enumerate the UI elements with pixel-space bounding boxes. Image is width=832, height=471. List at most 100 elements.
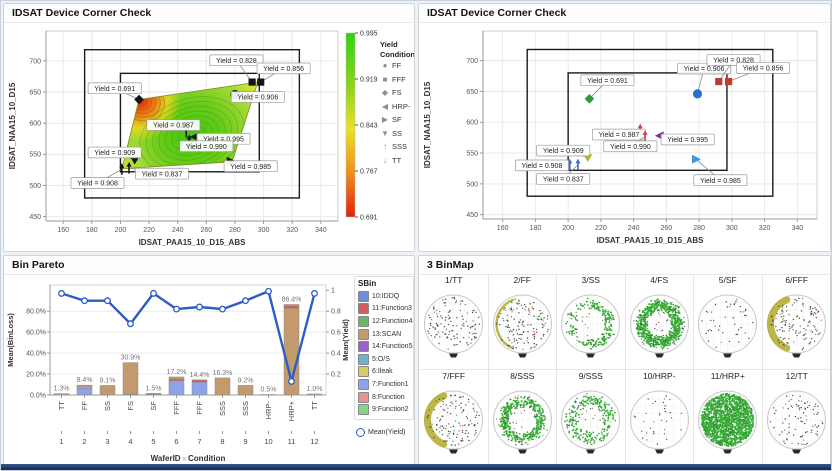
sbin-legend-item[interactable]: 11:Function3 — [358, 303, 411, 316]
svg-text:700: 700 — [29, 58, 41, 65]
window-bottom-bar — [1, 464, 831, 470]
wafer-map[interactable] — [557, 384, 624, 464]
svg-text:0.2: 0.2 — [331, 372, 341, 379]
sbin-label: 9:Function2 — [372, 406, 409, 413]
svg-text:9: 9 — [243, 437, 247, 446]
condition-label: FS — [392, 88, 402, 97]
svg-text:Yield = 0.990: Yield = 0.990 — [610, 144, 651, 151]
svg-text:550: 550 — [29, 152, 41, 159]
svg-text:1.5%: 1.5% — [146, 385, 162, 392]
svg-text:11: 11 — [288, 437, 296, 446]
sbin-legend-item[interactable]: 8:Function — [358, 391, 411, 404]
wafer-notch-icon — [586, 354, 595, 358]
wafer-map[interactable] — [557, 288, 624, 368]
wafer-notch-icon — [449, 354, 458, 358]
scatter-chart-canvas[interactable]: 1601802002202402602803003203404505005506… — [419, 23, 831, 252]
panel-title-bar[interactable]: IDSAT Device Corner Check — [419, 4, 830, 23]
condition-legend-items: ●FF■FFF◆FS◀HRP-▶SF▼SS↑SSS↓TT — [380, 59, 415, 167]
condition-legend-item[interactable]: ◆FS — [380, 86, 415, 100]
mean-yield-legend[interactable]: Mean(Yield) — [354, 426, 414, 440]
svg-text:260: 260 — [200, 227, 212, 234]
svg-text:240: 240 — [172, 227, 184, 234]
wafer-cell[interactable]: 5/SF — [694, 274, 763, 370]
svg-text:0.995: 0.995 — [360, 30, 378, 37]
panel-title-bar[interactable]: IDSAT Device Corner Check — [4, 4, 414, 23]
panel-title-bar[interactable]: Bin Pareto — [4, 256, 414, 275]
binmap-grid: 1/TT2/FF3/SS4/FS5/SF6/FFF 7/FFF8/SSS9/SSS… — [420, 274, 831, 466]
wafer-cell[interactable]: 12/TT — [763, 370, 832, 466]
sbin-label: 10:IDDQ — [372, 293, 399, 300]
condition-legend-item[interactable]: ▶SF — [380, 113, 415, 127]
condition-label: FFF — [392, 75, 406, 84]
wafer-map[interactable] — [420, 384, 487, 464]
svg-text:1: 1 — [331, 288, 335, 295]
contour-chart-canvas[interactable]: 1601802002202402602803003203404505005506… — [4, 23, 415, 252]
condition-legend-item[interactable]: ↑SSS — [380, 140, 415, 154]
sbin-legend-item[interactable]: 5:O/S — [358, 353, 411, 366]
sbin-legend-item[interactable]: 13:SCAN — [358, 328, 411, 341]
panel-corner-scatter: IDSAT Device Corner Check 16018020022024… — [418, 3, 831, 252]
wafer-cell[interactable]: 2/FF — [489, 274, 558, 370]
svg-text:320: 320 — [759, 225, 771, 232]
wafer-dots — [701, 393, 754, 447]
wafer-map[interactable] — [489, 288, 556, 368]
wafer-map[interactable] — [489, 384, 556, 464]
wafer-map[interactable] — [763, 288, 830, 368]
wafer-label: 3/SS — [557, 274, 625, 288]
wafer-notch-icon — [586, 450, 595, 454]
wafer-cell[interactable]: 9/SSS — [557, 370, 626, 466]
wafer-map[interactable] — [763, 384, 830, 464]
svg-text:60.0%: 60.0% — [26, 330, 46, 337]
sbin-legend-items: 10:IDDQ 11:Function312:Function413:SCAN14… — [358, 290, 411, 416]
sbin-legend-item[interactable]: 12:Function4 — [358, 315, 411, 328]
sbin-legend-item[interactable]: 7:Function1 — [358, 378, 411, 391]
wafer-cell[interactable]: 3/SS — [557, 274, 626, 370]
wafer-label: 8/SSS — [489, 370, 557, 384]
wafer-notch-icon — [723, 354, 732, 358]
panel-title-bar[interactable]: 3 BinMap — [419, 256, 830, 275]
sbin-color-swatch — [358, 354, 369, 365]
colorbar: 0.9950.9190.8430.7670.691 — [346, 30, 378, 221]
wafer-cell[interactable]: 4/FS — [626, 274, 695, 370]
wafer-cell[interactable]: 11/HRP+ — [694, 370, 763, 466]
x-axis-labels: TT1FF2SS3FS4SF5FFF6FFF7SSS8SSS9HRP-10HRP… — [57, 395, 319, 463]
sbin-legend-item[interactable]: 6:Ileak — [358, 366, 411, 379]
wafer-notch-icon — [655, 450, 664, 454]
svg-text:700: 700 — [466, 58, 478, 65]
wafer-map[interactable] — [626, 384, 693, 464]
condition-legend-item[interactable]: ■FFF — [380, 73, 415, 87]
svg-text:550: 550 — [466, 150, 478, 157]
wafer-cell[interactable]: 6/FFF — [763, 274, 832, 370]
wafer-cell[interactable]: 8/SSS — [489, 370, 558, 466]
svg-text:650: 650 — [29, 89, 41, 96]
sbin-legend-item[interactable]: 9:Function2 — [358, 403, 411, 416]
svg-text:IDSAT_PAA15_10_D15_ABS: IDSAT_PAA15_10_D15_ABS — [597, 236, 705, 245]
condition-legend-item[interactable]: ●FF — [380, 59, 415, 73]
wafer-label: 11/HRP+ — [694, 370, 762, 384]
sbin-color-swatch — [358, 366, 369, 377]
wafer-map[interactable] — [420, 288, 487, 368]
svg-text:IDSAT_NAA15_10_D15: IDSAT_NAA15_10_D15 — [423, 81, 432, 168]
sbin-color-swatch — [358, 392, 369, 403]
wafer-map[interactable] — [694, 288, 761, 368]
svg-text:Yield = 0.990: Yield = 0.990 — [186, 144, 227, 151]
wafer-map[interactable] — [694, 384, 761, 464]
svg-text:40.0%: 40.0% — [26, 351, 46, 358]
legend-title-line2: Condition — [380, 50, 415, 60]
sbin-legend-item[interactable]: 14:Function5 — [358, 340, 411, 353]
wafer-cell[interactable]: 1/TT — [420, 274, 489, 370]
condition-legend-item[interactable]: ▼SS — [380, 127, 415, 141]
condition-legend-item[interactable]: ◀HRP- — [380, 100, 415, 114]
wafer-map[interactable] — [626, 288, 693, 368]
condition-legend-item[interactable]: ↓TT — [380, 154, 415, 168]
wafer-label: 2/FF — [489, 274, 557, 288]
svg-text:FS: FS — [126, 401, 135, 411]
svg-text:3: 3 — [105, 437, 109, 446]
svg-text:Yield = 0.987: Yield = 0.987 — [153, 123, 194, 130]
svg-text:SSS: SSS — [218, 401, 227, 416]
wafer-cell[interactable]: 10/HRP- — [626, 370, 695, 466]
sbin-legend-item[interactable]: 10:IDDQ — [358, 290, 411, 303]
wafer-cell[interactable]: 7/FFF — [420, 370, 489, 466]
sf-marker-icon: ▶ — [380, 115, 390, 124]
condition-label: SF — [392, 115, 402, 124]
